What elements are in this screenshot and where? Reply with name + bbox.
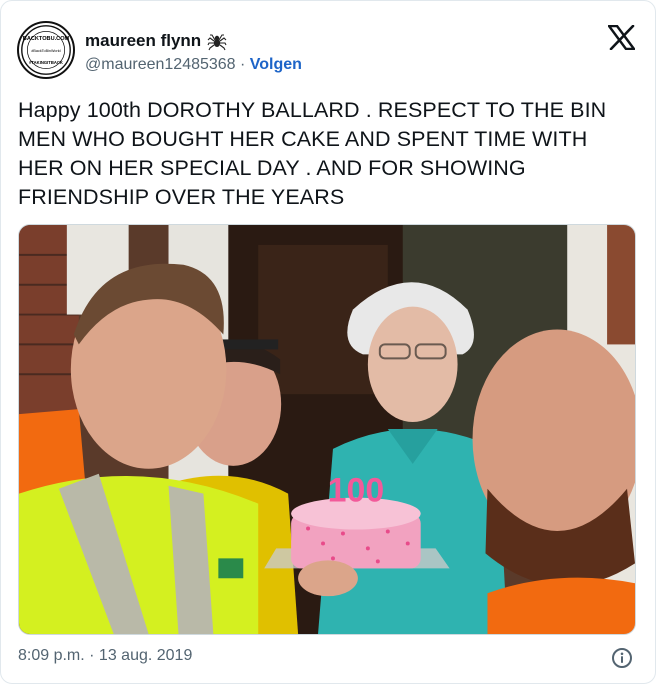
avatar-badge-top-text: BACKTOBU.COM bbox=[23, 36, 70, 42]
avatar-badge-image: BACKTOBU.COM #BackToBinWorld #TAKINGITBA… bbox=[21, 25, 71, 75]
author-handle[interactable]: @maureen12485368 bbox=[85, 56, 236, 73]
tweet-timestamp[interactable]: 8:09 p.m. · 13 aug. 2019 bbox=[18, 647, 192, 665]
author-name-row: maureen flynn bbox=[85, 31, 227, 51]
handle-separator: · bbox=[235, 56, 250, 73]
cake-number-candles: 100 bbox=[328, 472, 385, 510]
birthday-photo-image: 100 bbox=[19, 225, 635, 634]
author-name[interactable]: maureen flynn bbox=[85, 31, 201, 51]
info-icon[interactable] bbox=[611, 647, 633, 669]
tweet-card: BACKTOBU.COM #BackToBinWorld #TAKINGITBA… bbox=[0, 0, 656, 684]
follow-button[interactable]: Volgen bbox=[250, 56, 302, 73]
avatar[interactable]: BACKTOBU.COM #BackToBinWorld #TAKINGITBA… bbox=[17, 21, 75, 79]
spider-icon bbox=[207, 31, 227, 51]
tweet-photo[interactable]: 100 bbox=[18, 224, 636, 635]
tweet-body-text: Happy 100th DOROTHY BALLARD . RESPECT TO… bbox=[18, 98, 607, 209]
author-handle-row: @maureen12485368 · Volgen bbox=[85, 56, 302, 74]
avatar-badge-bottom-text: #TAKINGITBACK bbox=[29, 60, 63, 65]
avatar-badge-mid-text: #BackToBinWorld bbox=[31, 49, 60, 53]
x-logo-icon[interactable] bbox=[608, 25, 635, 50]
